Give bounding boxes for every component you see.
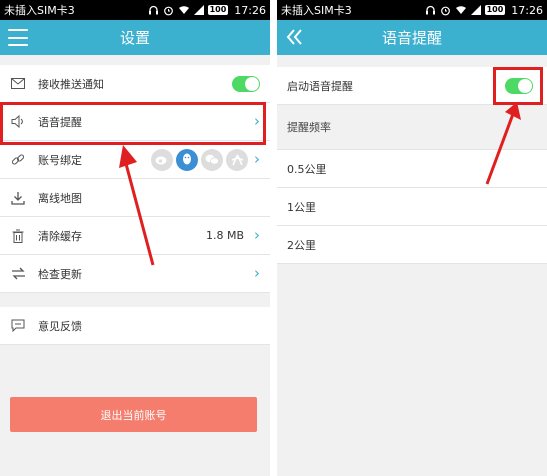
clear-cache-row[interactable]: 清除缓存 1.8 MB › (0, 217, 270, 255)
carrier-text: 未插入SIM卡3 (4, 4, 75, 17)
headset-icon (148, 5, 158, 14)
alarm-icon (163, 6, 173, 15)
wechat-icon[interactable] (201, 148, 223, 171)
settings-list: 接收推送通知 语音提醒 › 账号绑定 › 离线地图 清除缓存 1.8 MB › … (0, 65, 270, 293)
voice-reminder-row[interactable]: 语音提醒 › (0, 103, 270, 141)
chevron-right-icon: › (254, 112, 260, 130)
battery-level: 100 (484, 5, 506, 15)
sync-icon (10, 266, 26, 282)
chevron-right-icon: › (254, 150, 260, 168)
download-icon (10, 190, 26, 206)
weibo-icon[interactable] (151, 148, 173, 171)
push-notification-row: 接收推送通知 (0, 65, 270, 103)
feedback-icon (10, 318, 26, 334)
frequency-options: 0.5公里 1公里 2公里 (277, 150, 547, 264)
clock-time: 17:26 (511, 3, 543, 17)
mail-icon (10, 76, 26, 92)
back-icon[interactable] (285, 26, 309, 48)
battery-level: 100 (207, 5, 229, 15)
chevron-right-icon: › (254, 264, 260, 282)
settings-screen: 未插入SIM卡3 100 17:26 设置 接收推送通知 语音提醒 › 账号绑定 (0, 0, 270, 476)
account-binding-label: 账号绑定 (38, 153, 82, 167)
status-bar: 未插入SIM卡3 100 17:26 (0, 0, 270, 20)
enable-voice-reminder-label: 启动语音提醒 (287, 79, 353, 93)
clock-time: 17:26 (234, 3, 266, 17)
trash-icon (10, 228, 26, 244)
push-notification-toggle[interactable] (232, 75, 260, 92)
renren-icon[interactable] (226, 148, 248, 171)
page-title: 语音提醒 (381, 29, 442, 47)
carrier-text: 未插入SIM卡3 (281, 4, 352, 17)
signal-icon (193, 5, 204, 15)
voice-reminder-toggle[interactable] (505, 77, 533, 94)
headset-icon (425, 5, 435, 14)
account-binding-row[interactable]: 账号绑定 › (0, 141, 270, 179)
voice-reminder-title-bar: 语音提醒 (277, 20, 547, 55)
check-update-row[interactable]: 检查更新 › (0, 255, 270, 293)
feedback-label: 意见反馈 (38, 319, 82, 333)
qq-icon[interactable] (176, 148, 198, 171)
feedback-row[interactable]: 意见反馈 (0, 307, 270, 345)
wifi-icon (178, 6, 189, 14)
cache-size-value: 1.8 MB (205, 229, 244, 242)
frequency-section-header: 提醒频率 (277, 105, 547, 150)
check-update-label: 检查更新 (38, 267, 82, 281)
clear-cache-label: 清除缓存 (38, 229, 82, 243)
alarm-icon (440, 6, 450, 15)
speaker-icon (10, 114, 26, 130)
enable-voice-reminder-row: 启动语音提醒 (277, 67, 547, 105)
page-title: 设置 (119, 29, 150, 47)
frequency-option[interactable]: 0.5公里 (277, 150, 547, 188)
logout-button[interactable]: 退出当前账号 (10, 397, 257, 432)
settings-title-bar: 设置 (0, 20, 270, 55)
chevron-right-icon: › (254, 226, 260, 244)
link-icon (10, 152, 26, 168)
voice-reminder-screen: 未插入SIM卡3 100 17:26 语音提醒 启动语音提醒 提醒频率 0.5公… (277, 0, 547, 476)
signal-icon (470, 5, 481, 15)
frequency-option[interactable]: 2公里 (277, 226, 547, 264)
frequency-option[interactable]: 1公里 (277, 188, 547, 226)
voice-reminder-label: 语音提醒 (38, 115, 82, 129)
push-notification-label: 接收推送通知 (38, 77, 104, 91)
wifi-icon (455, 6, 466, 14)
status-bar: 未插入SIM卡3 100 17:26 (277, 0, 547, 20)
offline-map-label: 离线地图 (38, 191, 82, 205)
offline-map-row[interactable]: 离线地图 (0, 179, 270, 217)
menu-icon[interactable] (8, 29, 28, 46)
